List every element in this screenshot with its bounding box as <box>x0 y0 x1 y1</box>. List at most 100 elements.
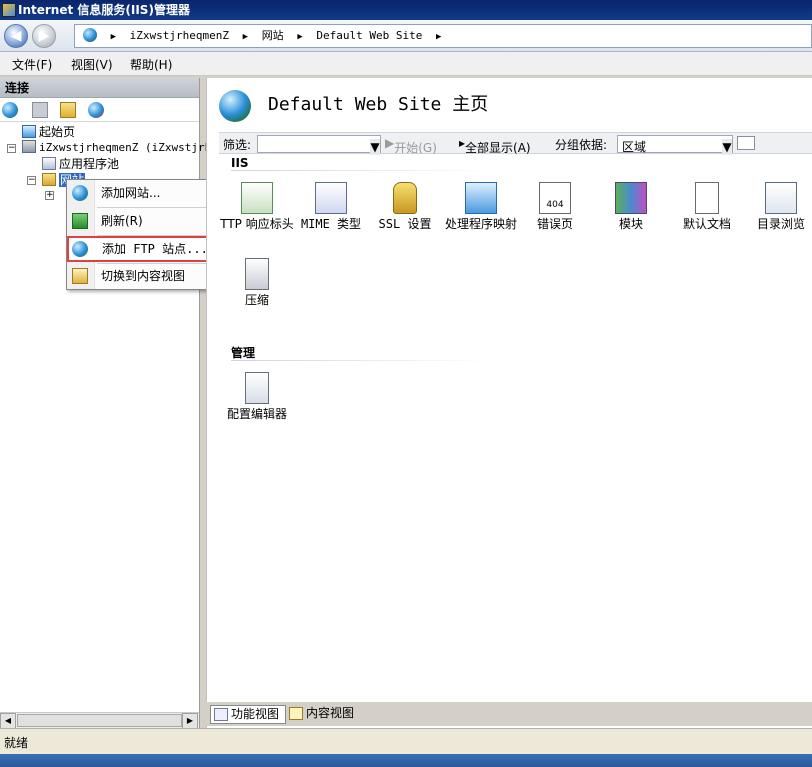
feature-handler-mappings[interactable]: 处理程序映射 <box>443 182 519 231</box>
menu-file[interactable]: 文件(F) <box>12 56 52 73</box>
feature-label: 目录浏览 <box>756 217 805 231</box>
status-text: 就绪 <box>4 736 29 750</box>
menu-help[interactable]: 帮助(H) <box>130 56 172 73</box>
filter-bar: 筛选: ▼ ▶ 开始(G) ▸ 全部显示(A) 分组依据: 区域 ▼ <box>219 132 812 155</box>
page-title: Default Web Site 主页 <box>268 94 489 115</box>
feature-label: 压缩 <box>244 293 269 307</box>
tab-label: 内容视图 <box>306 706 355 720</box>
start-filter-button[interactable]: ▶ 开始(G) <box>385 136 437 155</box>
feature-ssl-settings[interactable]: SSL 设置 <box>367 182 443 231</box>
group-by-value: 区域 <box>622 140 647 154</box>
view-mode-icon[interactable] <box>737 136 755 150</box>
sites-folder-icon <box>42 173 56 186</box>
feature-default-document[interactable]: 默认文档 <box>669 182 745 231</box>
breadcrumb[interactable]: ▶ iZxwstjrheqmenZ ▶ 网站 ▶ Default Web Sit… <box>74 24 812 48</box>
filter-label: 筛选: <box>223 138 252 152</box>
dropdown-arrow-icon[interactable]: ▼ <box>722 139 732 155</box>
breadcrumb-server[interactable]: iZxwstjrheqmenZ <box>130 29 229 42</box>
add-website-icon <box>72 185 88 201</box>
taskbar <box>0 754 812 767</box>
status-bar: 就绪 <box>0 728 812 754</box>
view-tabs: 功能视图 内容视图 <box>206 702 812 726</box>
tree-item-server[interactable]: iZxwstjrheqmenZ (iZxwstjrh <box>22 140 211 156</box>
website-globe-icon <box>219 90 251 122</box>
group-by-label: 分组依据: <box>555 138 608 152</box>
handler-mappings-icon <box>465 182 497 214</box>
back-button[interactable]: ◀ <box>4 24 28 48</box>
app-pool-icon <box>42 157 56 170</box>
feature-compression[interactable]: 压缩 <box>219 258 295 307</box>
section-divider <box>231 170 491 171</box>
default-document-icon <box>695 182 719 214</box>
connections-toolbar <box>0 98 199 122</box>
feature-label: MIME 类型 <box>300 217 362 231</box>
menu-view[interactable]: 视图(V) <box>71 56 113 73</box>
collapse-sites-icon[interactable]: − <box>27 176 36 185</box>
tab-content-view[interactable]: 内容视图 <box>286 705 366 724</box>
scroll-thumb[interactable] <box>17 714 182 727</box>
error-pages-404-icon: 404 <box>539 182 571 214</box>
feature-configuration-editor[interactable]: 配置编辑器 <box>219 372 295 421</box>
iis-app-icon <box>2 3 16 17</box>
save-icon[interactable] <box>32 102 48 118</box>
connections-header: 连接 <box>0 78 199 98</box>
section-title-iis: IIS <box>231 156 249 170</box>
directory-browsing-icon <box>765 182 797 214</box>
horizontal-scrollbar[interactable]: ◀ ▶ <box>0 712 199 729</box>
connections-pane: 连接 起始页 − iZxwstjrheqmenZ (iZxwstjrh 应用程序… <box>0 78 211 729</box>
group-by-select[interactable]: 区域 ▼ <box>617 135 733 155</box>
feature-label: TTP 响应标头 <box>220 217 294 231</box>
show-all-button[interactable]: ▸ 全部显示(A) <box>459 136 531 155</box>
window-title: Internet 信息服务(IIS)管理器 <box>18 3 190 17</box>
section-divider <box>231 360 491 361</box>
tree-item-start-page[interactable]: 起始页 <box>22 124 75 140</box>
tab-features-view[interactable]: 功能视图 <box>210 705 286 724</box>
tree-item-label: 起始页 <box>39 125 76 139</box>
scroll-left-arrow-icon[interactable]: ◀ <box>0 713 16 729</box>
feature-mime-types[interactable]: MIME 类型 <box>293 182 369 231</box>
feature-label: 错误页 <box>536 217 573 231</box>
chevron-right-icon[interactable]: ▶ <box>111 32 116 42</box>
feature-label: 模块 <box>618 217 643 231</box>
connect-globe-icon[interactable] <box>2 102 18 118</box>
add-ftp-site-icon <box>72 241 88 257</box>
forward-button[interactable]: ▶ <box>32 24 56 48</box>
http-response-headers-icon <box>241 182 273 214</box>
content-view-icon <box>289 707 303 720</box>
feature-modules[interactable]: 模块 <box>593 182 669 231</box>
globe-icon <box>83 28 97 42</box>
mime-types-icon <box>315 182 347 214</box>
expand-site-icon[interactable]: + <box>45 191 54 200</box>
up-folder-icon[interactable] <box>60 102 76 118</box>
breadcrumb-site[interactable]: Default Web Site <box>316 29 422 42</box>
feature-label: 处理程序映射 <box>444 217 517 231</box>
feature-directory-browsing[interactable]: 目录浏览 <box>743 182 812 231</box>
menu-bar: 文件(F) 视图(V) 帮助(H) <box>0 52 812 76</box>
scroll-right-arrow-icon[interactable]: ▶ <box>182 713 198 729</box>
tree-item-app-pools[interactable]: 应用程序池 <box>42 156 119 172</box>
filter-input[interactable]: ▼ <box>257 135 381 155</box>
feature-label: 默认文档 <box>682 217 731 231</box>
section-title-management: 管理 <box>231 346 256 360</box>
error-badge: 404 <box>546 200 564 210</box>
ssl-settings-lock-icon <box>393 182 417 214</box>
collapse-server-icon[interactable]: − <box>7 144 16 153</box>
features-view-icon <box>214 708 228 721</box>
ctx-label: 切换到内容视图 <box>101 269 186 283</box>
configuration-editor-icon <box>245 372 269 404</box>
disconnect-icon[interactable] <box>88 102 104 118</box>
ctx-label: 添加 FTP 站点... <box>102 242 208 256</box>
tree-item-label: 应用程序池 <box>59 157 120 171</box>
features-pane: Default Web Site 主页 筛选: ▼ ▶ 开始(G) ▸ 全部显示… <box>206 78 812 728</box>
chevron-right-icon[interactable]: ▶ <box>297 32 302 42</box>
modules-icon <box>615 182 647 214</box>
breadcrumb-sites[interactable]: 网站 <box>262 29 284 42</box>
chevron-right-icon[interactable]: ▶ <box>243 32 248 42</box>
dropdown-arrow-icon[interactable]: ▼ <box>370 139 380 155</box>
feature-http-response-headers[interactable]: TTP 响应标头 <box>219 182 295 231</box>
content-view-icon <box>72 268 88 284</box>
chevron-right-icon[interactable]: ▶ <box>436 32 441 42</box>
ctx-label: 刷新(R) <box>101 214 143 228</box>
feature-label: SSL 设置 <box>378 217 432 231</box>
feature-error-pages[interactable]: 404 错误页 <box>517 182 593 231</box>
